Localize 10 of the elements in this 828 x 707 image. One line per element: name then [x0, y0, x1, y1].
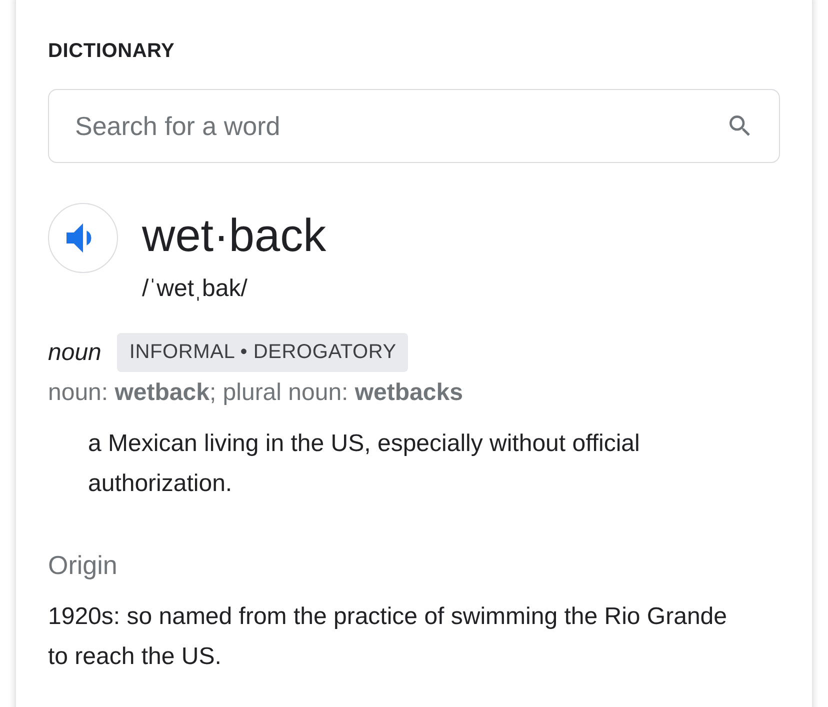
definition: a Mexican living in the US, especially without official authorization.	[88, 429, 641, 499]
usage-label: INFORMAL • DEROGATORY	[117, 333, 408, 372]
origin-title: Origin	[48, 550, 118, 581]
section-heading: DICTIONARY	[48, 40, 175, 63]
pronunciation: /ˈwetˌbak/	[142, 274, 248, 304]
search-field[interactable]: Search for a word	[48, 89, 780, 163]
word-forms: noun: wetback; plural noun: wetbacks	[48, 378, 464, 408]
part-of-speech: noun	[48, 338, 102, 366]
origin-text: 1920s: so named from the practice of swimming the Rio Grande to reach the US.	[48, 602, 728, 672]
headword: wet·back	[142, 208, 326, 263]
